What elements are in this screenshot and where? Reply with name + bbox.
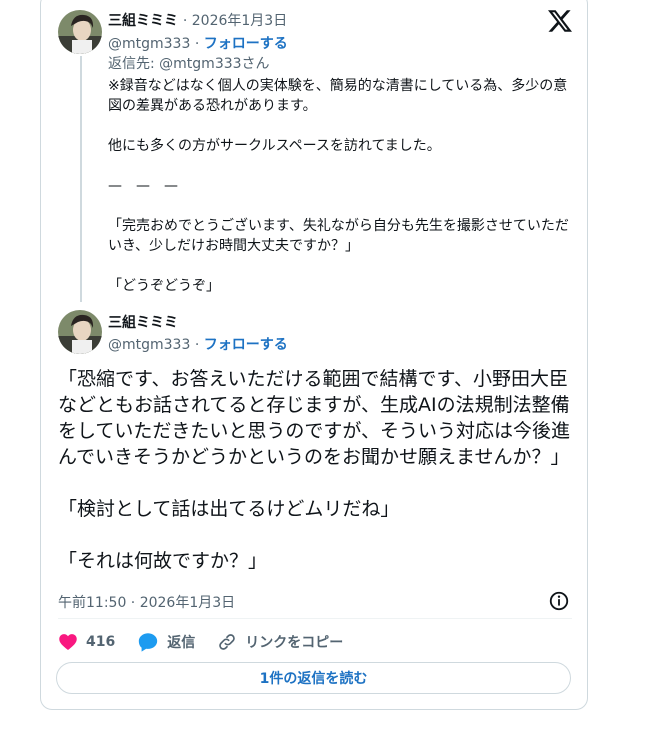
tweet-paragraph: 「恐縮です、お答えいただける範囲で結構です、小野田大臣などともお話されてると存じ… <box>58 368 571 468</box>
tweet-paragraph: 「どうぞどうぞ」 <box>108 278 220 294</box>
main-tweet-text: 「恐縮です、お答えいただける範囲で結構です、小野田大臣などともお話されてると存じ… <box>58 366 578 574</box>
follow-button[interactable]: フォローする <box>204 36 288 52</box>
read-replies-button[interactable]: 1件の返信を読む <box>56 662 571 694</box>
divider <box>58 618 572 619</box>
author-handle[interactable]: @mtgm333 <box>108 36 190 52</box>
reply-button[interactable]: 返信 <box>137 631 195 653</box>
tweet-date[interactable]: · 2026年1月3日 <box>183 13 287 29</box>
avatar[interactable] <box>58 10 102 54</box>
link-icon <box>219 634 236 650</box>
tweet-timestamp[interactable]: 午前11:50 · 2026年1月3日 <box>58 592 235 612</box>
action-bar: 416 返信 リンクをコピー <box>58 630 365 654</box>
author-handle-row: @mtgm333 · フォローする <box>108 337 288 353</box>
tweet-paragraph: ※録音などはなく個人の実体験を、簡易的な清書にしている為、多少の意図の差異がある… <box>108 78 568 114</box>
author-name[interactable]: 三組ミミミ · 2026年1月3日 <box>108 10 287 30</box>
author-name[interactable]: 三組ミミミ <box>108 312 178 332</box>
tweet-paragraph: 「完売おめでとうございます、失礼ながら自分も先生を撮影させていただいき、少しだけ… <box>108 218 569 254</box>
like-count: 416 <box>86 634 116 650</box>
heart-icon <box>59 634 77 650</box>
reply-label: 返信 <box>167 635 196 651</box>
reply-tweet-text: ※録音などはなく個人の実体験を、簡易的な清書にしている為、多少の意図の差異がある… <box>108 76 578 296</box>
copy-link-button[interactable]: リンクをコピー <box>217 632 343 652</box>
like-button[interactable]: 416 <box>58 632 115 652</box>
author-handle-row: @mtgm333 · フォローする <box>108 36 288 52</box>
reply-bubble-icon <box>139 633 158 652</box>
thread-line <box>80 56 82 302</box>
info-icon[interactable] <box>548 590 570 612</box>
replying-to: 返信先: @mtgm333さん <box>108 56 270 72</box>
tweet-paragraph: — — — <box>108 178 178 194</box>
x-logo-icon[interactable] <box>548 9 572 33</box>
avatar[interactable] <box>58 310 102 354</box>
tweet-paragraph: 「検討として話は出てるけどムリだね」 <box>58 498 400 520</box>
follow-button[interactable]: フォローする <box>204 337 288 353</box>
tweet-paragraph: 他にも多くの方がサークルスペースを訪れてました。 <box>108 138 441 154</box>
author-handle[interactable]: @mtgm333 <box>108 337 190 353</box>
copy-link-label: リンクをコピー <box>245 635 344 651</box>
tweet-paragraph: 「それは何故ですか？」 <box>58 550 268 572</box>
